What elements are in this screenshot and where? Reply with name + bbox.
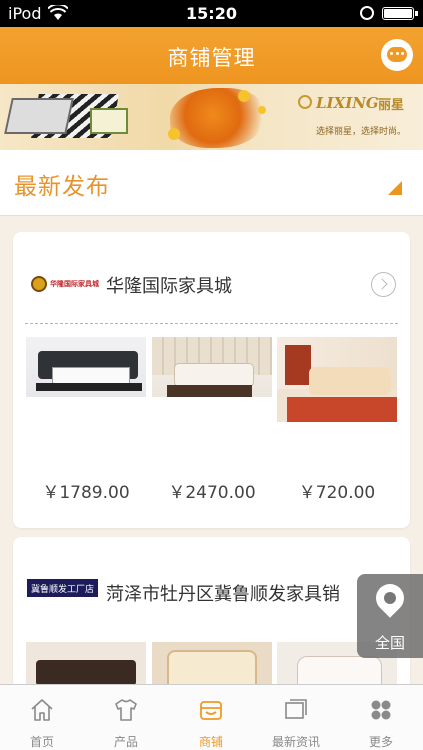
region-filter-button[interactable]: 全国 — [357, 574, 423, 658]
store-name[interactable]: 菏泽市牡丹区冀鲁顺发家具销 — [106, 580, 340, 606]
section-title: 最新发布 — [14, 174, 110, 200]
tab-label: 最新资讯 — [271, 735, 320, 749]
product-price: ￥720.00 — [298, 483, 376, 503]
tab-more[interactable]: 更多 — [339, 685, 423, 750]
brand-name: LIXING — [316, 94, 379, 112]
chat-button[interactable] — [381, 39, 413, 71]
store-name[interactable]: 华隆国际家具城 — [106, 272, 232, 298]
tab-bar: 首页 产品 商铺 最新资讯 更多 — [0, 684, 423, 750]
flower-decoration — [258, 106, 266, 114]
news-icon — [285, 699, 307, 719]
store-badge-icon — [31, 276, 47, 292]
flower-decoration — [238, 90, 250, 102]
store-card[interactable]: 华隆国际家具城 华隆国际家具城 ￥1789.00 ￥2470.00 ￥720.0… — [13, 232, 410, 528]
more-grid-icon — [371, 700, 391, 720]
tab-label: 更多 — [368, 735, 393, 749]
shirt-icon — [115, 699, 137, 721]
status-bar: iPod 15:20 — [0, 0, 423, 27]
store-logo: 冀鲁顺发工厂店 — [27, 579, 99, 597]
tab-home[interactable]: 首页 — [0, 685, 84, 750]
home-icon — [31, 699, 53, 721]
store-logo-text: 华隆国际家具城 — [50, 280, 99, 288]
flower-decoration — [168, 128, 180, 140]
banner-ottoman-image — [90, 108, 128, 134]
banner-sofa-image — [4, 98, 74, 134]
banner-slogan: 选择丽星，选择时尚。 — [316, 127, 407, 137]
product-price: ￥1789.00 — [42, 483, 130, 503]
chevron-right-icon[interactable] — [371, 272, 396, 297]
store-logo: 华隆国际家具城 — [31, 276, 99, 292]
product-image[interactable] — [152, 337, 272, 397]
section-header[interactable]: 最新发布 — [0, 150, 423, 216]
page-title: 商铺管理 — [167, 46, 256, 70]
tab-label: 产品 — [113, 735, 138, 749]
battery-icon — [382, 7, 418, 20]
tab-shop[interactable]: 商铺 — [169, 685, 253, 750]
banner-model-image — [170, 88, 265, 148]
region-label: 全国 — [374, 634, 405, 652]
tab-news[interactable]: 最新资讯 — [254, 685, 338, 750]
tab-label: 首页 — [29, 735, 54, 749]
rotation-lock-icon — [360, 6, 374, 20]
promo-banner[interactable]: LIXING 丽星 选择丽星，选择时尚。 — [0, 84, 423, 150]
store-card[interactable]: 冀鲁顺发工厂店 菏泽市牡丹区冀鲁顺发家具销 — [13, 537, 410, 697]
nav-bar: 商铺管理 — [0, 27, 423, 84]
divider — [25, 323, 398, 324]
product-price: ￥2470.00 — [168, 483, 256, 503]
product-image[interactable] — [277, 337, 397, 422]
product-image[interactable] — [26, 337, 146, 397]
tab-label: 商铺 — [198, 735, 223, 749]
tab-products[interactable]: 产品 — [84, 685, 168, 750]
shop-icon — [200, 701, 222, 720]
brand-logo-icon — [298, 95, 312, 109]
dropdown-corner-icon[interactable] — [388, 181, 402, 195]
location-pin-icon — [370, 578, 410, 618]
store-logo-text: 冀鲁顺发工厂店 — [31, 584, 95, 595]
brand-name-cn: 丽星 — [378, 98, 405, 113]
